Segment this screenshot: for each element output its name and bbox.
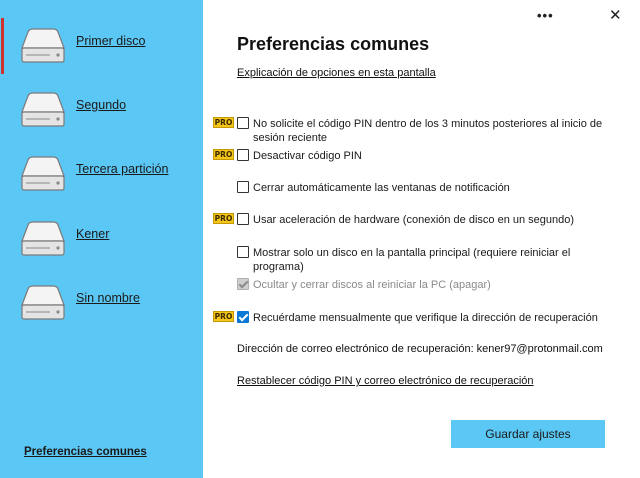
option-label: No solicite el código PIN dentro de los …: [253, 118, 603, 144]
option-checkbox: [237, 278, 249, 290]
close-icon[interactable]: ✕: [609, 6, 622, 26]
option-autoclose-notifications[interactable]: Cerrar automáticamente las ventanas de n…: [237, 181, 609, 195]
pro-badge: PRO: [213, 311, 234, 322]
more-icon[interactable]: •••: [537, 6, 554, 26]
pro-badge: PRO: [213, 149, 234, 160]
hard-drive-icon: [21, 92, 65, 127]
hard-drive-icon: [21, 221, 65, 256]
option-label: Mostrar solo un disco en la pantalla pri…: [253, 247, 571, 273]
recovery-email-text: Dirección de correo electrónico de recup…: [237, 343, 603, 355]
reset-pin-email-link[interactable]: Restablecer código PIN y correo electrón…: [237, 375, 534, 387]
save-settings-button[interactable]: Guardar ajustes: [451, 420, 605, 448]
option-label: Desactivar código PIN: [253, 150, 362, 162]
page-title: Preferencias comunes: [237, 34, 430, 54]
sidebar-item-tercera-particion[interactable]: Tercera partición: [0, 148, 203, 200]
option-checkbox[interactable]: [237, 213, 249, 225]
sidebar-item-kener[interactable]: Kener: [0, 213, 203, 265]
option-pin-delay[interactable]: PRO No solicite el código PIN dentro de …: [213, 117, 609, 145]
option-label: Cerrar automáticamente las ventanas de n…: [253, 182, 510, 194]
sidebar-item-label: Primer disco: [76, 34, 146, 48]
hard-drive-icon: [21, 285, 65, 320]
hard-drive-icon: [21, 28, 65, 63]
sidebar-item-primer-disco[interactable]: Primer disco: [0, 18, 203, 74]
explain-options-link[interactable]: Explicación de opciones en esta pantalla: [237, 67, 436, 79]
sidebar: Primer disco Segundo Tercera partición K…: [0, 0, 203, 478]
hard-drive-icon: [21, 156, 65, 191]
sidebar-item-label: Tercera partición: [76, 162, 169, 176]
sidebar-item-label: Segundo: [76, 98, 127, 112]
option-checkbox[interactable]: [237, 311, 249, 323]
sidebar-preferences-link[interactable]: Preferencias comunes: [24, 446, 147, 458]
option-checkbox[interactable]: [237, 246, 249, 258]
pro-badge: PRO: [213, 117, 234, 128]
option-label: Recuérdame mensualmente que verifique la…: [253, 312, 598, 324]
sidebar-item-label: Sin nombre: [76, 291, 140, 305]
option-checkbox[interactable]: [237, 149, 249, 161]
active-indicator: [1, 18, 4, 74]
pro-badge: PRO: [213, 213, 234, 224]
sidebar-item-sin-nombre[interactable]: Sin nombre: [0, 277, 203, 329]
option-label: Ocultar y cerrar discos al reiniciar la …: [253, 279, 491, 291]
option-checkbox[interactable]: [237, 181, 249, 193]
option-hardware-acceleration[interactable]: PRO Usar aceleración de hardware (conexi…: [213, 213, 609, 227]
option-checkbox[interactable]: [237, 117, 249, 129]
option-disable-pin[interactable]: PRO Desactivar código PIN: [213, 149, 609, 163]
option-monthly-reminder[interactable]: PRO Recuérdame mensualmente que verifiqu…: [213, 311, 609, 325]
main-panel: ••• ✕ Preferencias comunes Explicación d…: [203, 0, 640, 478]
sidebar-item-label: Kener: [76, 227, 110, 241]
option-hide-close-on-restart: Ocultar y cerrar discos al reiniciar la …: [237, 278, 609, 292]
option-single-disk[interactable]: Mostrar solo un disco en la pantalla pri…: [237, 246, 609, 274]
option-label: Usar aceleración de hardware (conexión d…: [253, 214, 575, 226]
sidebar-item-segundo[interactable]: Segundo: [0, 84, 203, 136]
